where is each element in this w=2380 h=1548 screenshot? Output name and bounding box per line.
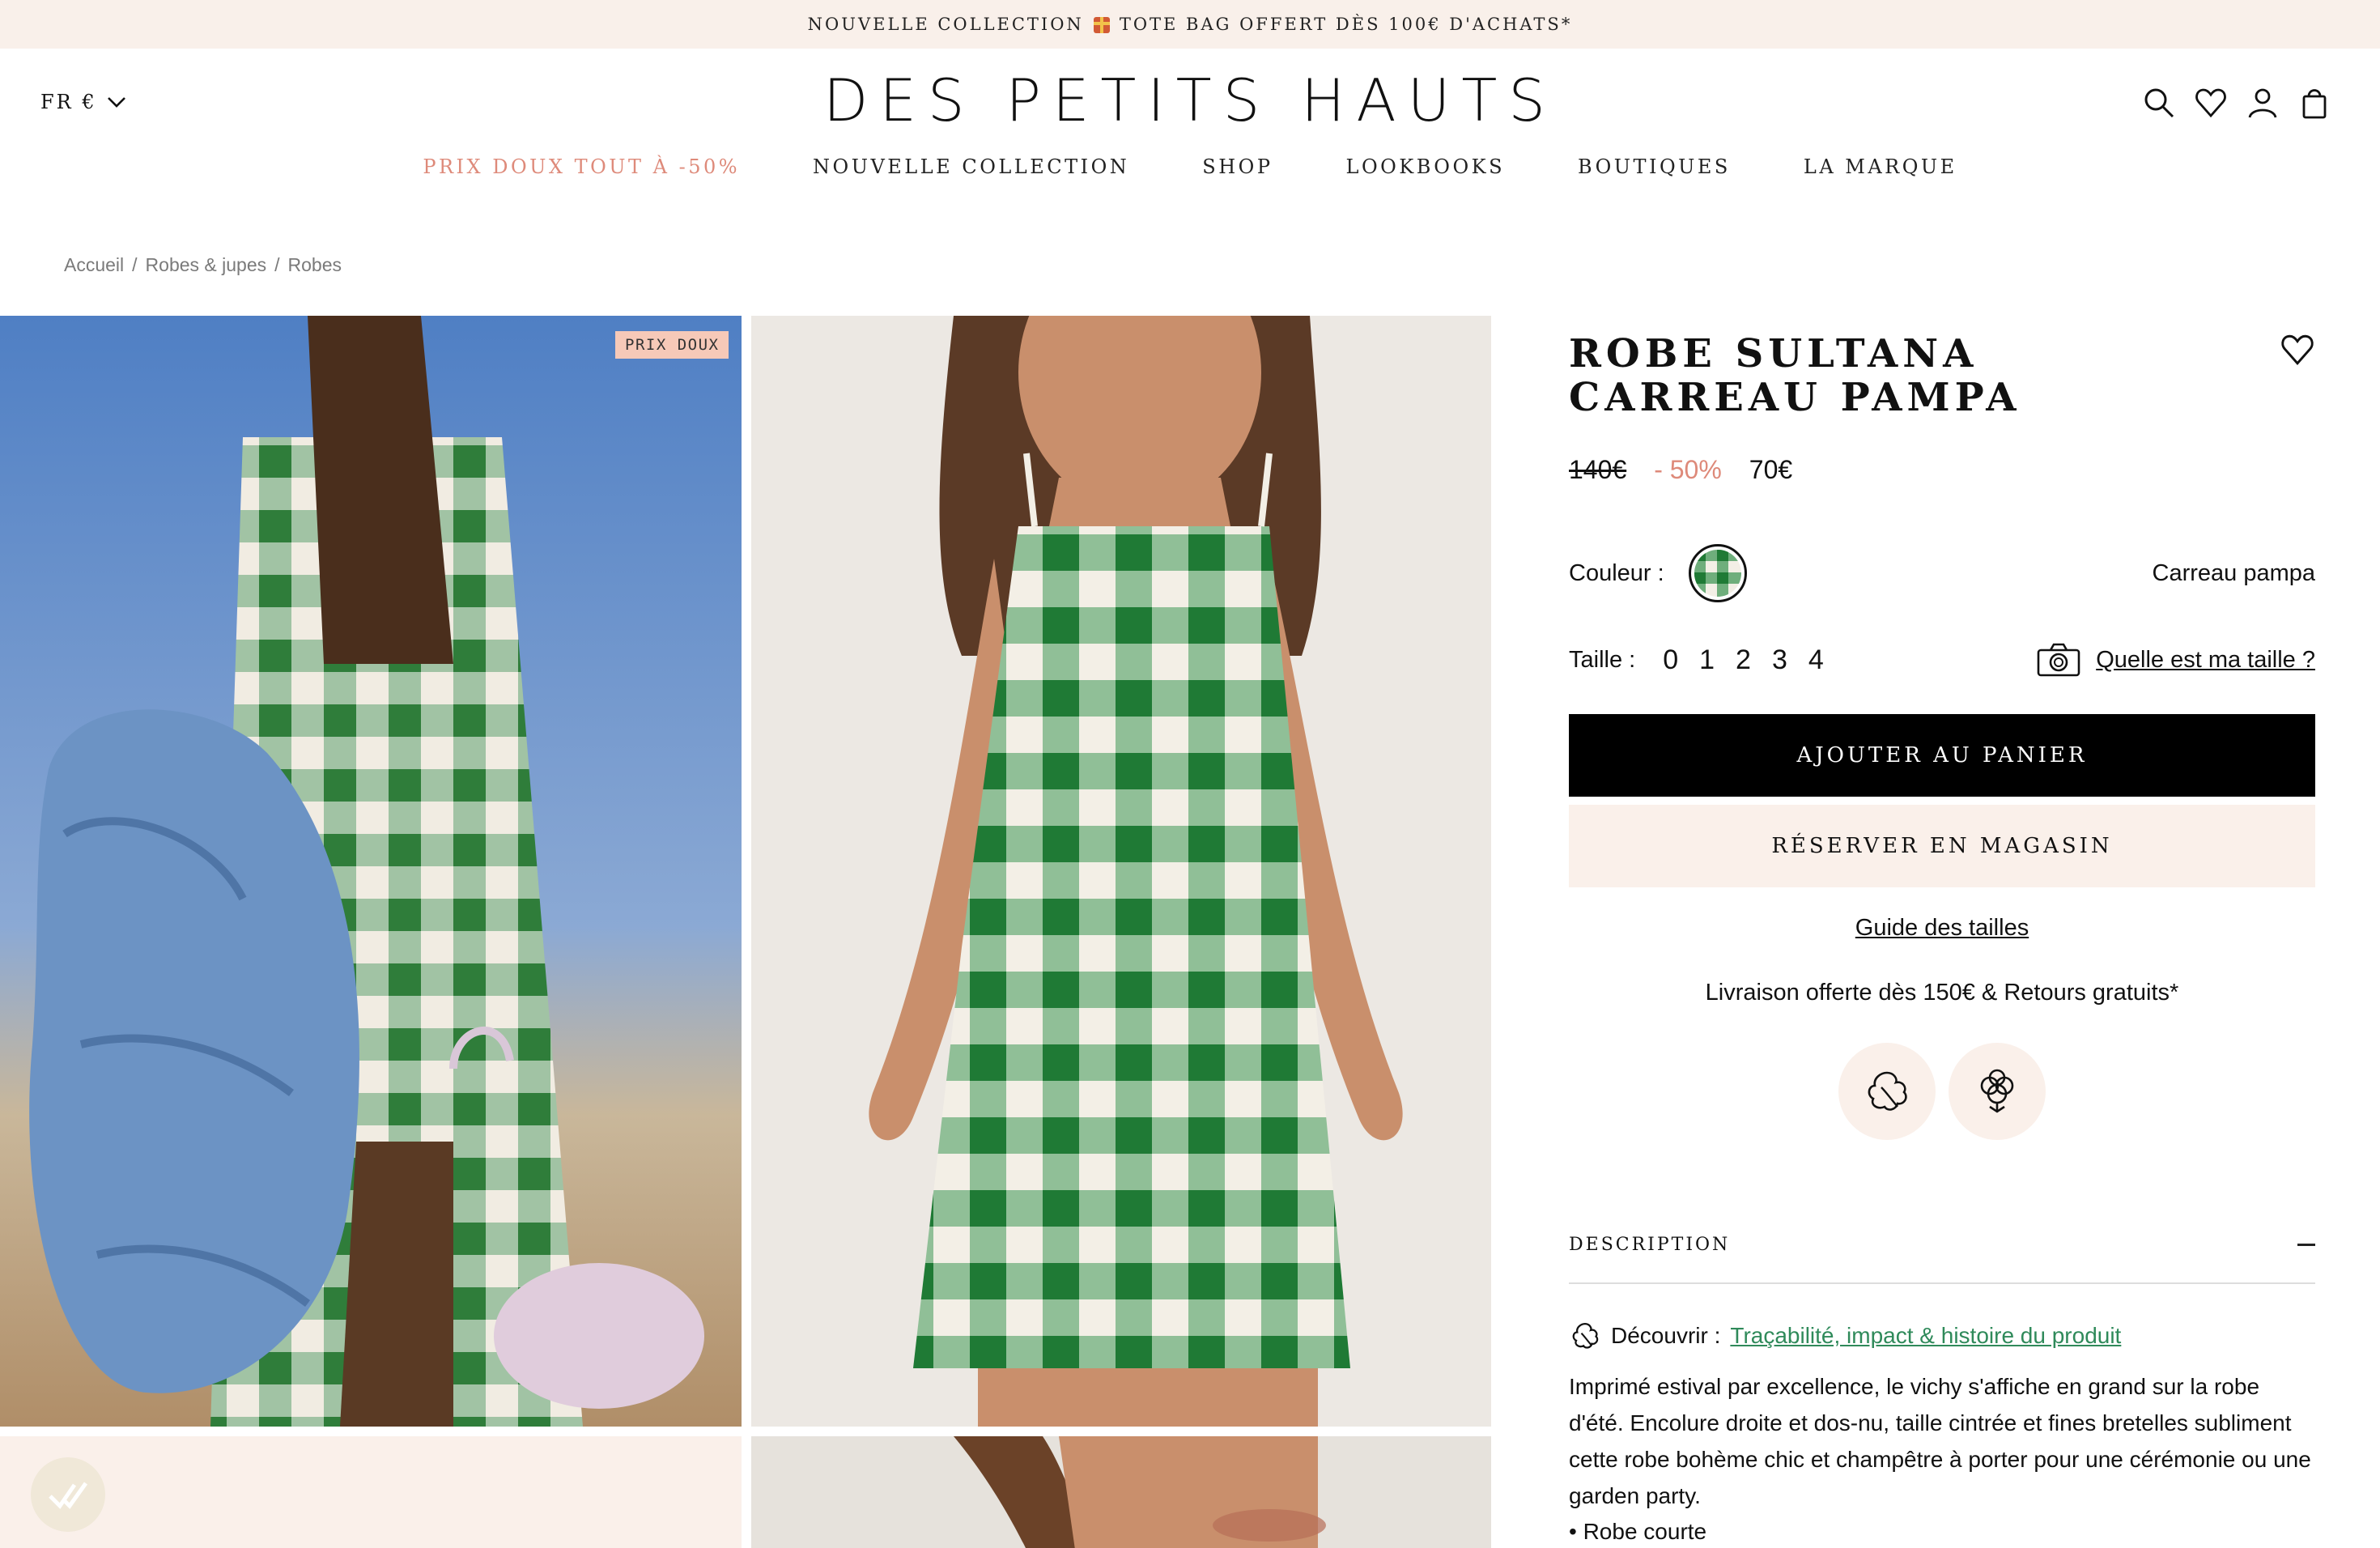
nav-item-nouvelle-collection[interactable]: NOUVELLE COLLECTION bbox=[813, 155, 1129, 178]
announcement-right: TOTE BAG OFFERT DÈS 100€ D'ACHATS* bbox=[1119, 15, 1573, 34]
size-options: 0 1 2 3 4 bbox=[1663, 644, 1824, 676]
description-accordion[interactable]: DESCRIPTION bbox=[1569, 1206, 2315, 1284]
nav-item-boutiques[interactable]: BOUTIQUES bbox=[1578, 155, 1731, 178]
product-photo-closeup[interactable] bbox=[751, 1436, 1491, 1548]
product-photo-front[interactable] bbox=[751, 316, 1491, 1427]
current-price: 70€ bbox=[1749, 455, 1793, 484]
size-guide-link[interactable]: Guide des tailles bbox=[1855, 915, 2029, 941]
price-block: 140€ - 50% 70€ bbox=[1569, 455, 1792, 485]
add-to-cart-button[interactable]: AJOUTER AU PANIER bbox=[1569, 714, 2315, 797]
size-label: Taille : bbox=[1569, 646, 1636, 673]
size-option-3[interactable]: 3 bbox=[1772, 644, 1787, 676]
eco-badge[interactable] bbox=[1949, 1043, 2046, 1140]
description-bullet: • Robe courte bbox=[1569, 1519, 1707, 1544]
heart-icon[interactable] bbox=[2194, 86, 2228, 120]
gift-icon bbox=[1093, 17, 1110, 33]
size-help-link[interactable]: Quelle est ma taille ? bbox=[2036, 642, 2315, 678]
account-icon[interactable] bbox=[2246, 86, 2280, 120]
description-title: DESCRIPTION bbox=[1569, 1234, 1731, 1255]
nav-item-lookbooks[interactable]: LOOKBOOKS bbox=[1346, 155, 1506, 178]
breadcrumb-robes-jupes[interactable]: Robes & jupes bbox=[146, 254, 267, 276]
prix-doux-badge: PRIX DOUX bbox=[615, 331, 729, 359]
eco-badge[interactable] bbox=[1838, 1043, 1936, 1140]
size-guide: Guide des tailles bbox=[1569, 915, 2315, 942]
discount-label: - 50% bbox=[1654, 455, 1722, 484]
product-photo-lifestyle[interactable] bbox=[0, 316, 742, 1427]
search-icon[interactable] bbox=[2142, 86, 2176, 120]
brand-logo[interactable]: DES PETITS HAUTS bbox=[0, 66, 2380, 134]
shipping-info: Livraison offerte dès 150€ & Retours gra… bbox=[1705, 980, 2179, 1006]
header-actions bbox=[2142, 86, 2331, 120]
traceability-link[interactable]: Traçabilité, impact & histoire du produi… bbox=[1730, 1323, 2121, 1349]
main-nav: PRIX DOUX TOUT À -50% NOUVELLE COLLECTIO… bbox=[0, 155, 2380, 178]
camera-icon bbox=[2037, 643, 2080, 677]
discover-label: Découvrir : bbox=[1611, 1323, 1721, 1348]
old-price: 140€ bbox=[1569, 455, 1627, 484]
color-swatch-carreau-pampa[interactable] bbox=[1688, 544, 1747, 602]
cotton-icon bbox=[1980, 1069, 2014, 1113]
breadcrumb-robes[interactable]: Robes bbox=[288, 254, 342, 276]
size-option-1[interactable]: 1 bbox=[1699, 644, 1715, 676]
bag-icon[interactable] bbox=[2297, 86, 2331, 120]
color-label: Couleur : bbox=[1569, 559, 1664, 586]
eco-badges bbox=[1838, 1043, 2046, 1140]
color-selector: Couleur : Carreau pampa bbox=[1569, 541, 2315, 606]
breadcrumb-separator: / bbox=[274, 254, 280, 275]
discover-row: Découvrir : Traçabilité, impact & histoi… bbox=[1569, 1320, 2121, 1352]
size-option-4[interactable]: 4 bbox=[1808, 644, 1824, 676]
nav-item-shop[interactable]: SHOP bbox=[1202, 155, 1273, 178]
collapse-icon bbox=[2297, 1243, 2315, 1246]
size-selector: Taille : 0 1 2 3 4 Quelle est ma taille … bbox=[1569, 636, 2315, 684]
breadcrumb-home[interactable]: Accueil bbox=[64, 254, 124, 276]
nav-item-la-marque[interactable]: LA MARQUE bbox=[1804, 155, 1957, 178]
breadcrumb-separator: / bbox=[132, 254, 138, 275]
cookie-consent-button[interactable] bbox=[31, 1457, 105, 1532]
breadcrumb: Accueil / Robes & jupes / Robes bbox=[64, 254, 342, 276]
reserve-in-store-button[interactable]: RÉSERVER EN MAGASIN bbox=[1569, 805, 2315, 887]
checkmark-icon bbox=[49, 1482, 88, 1509]
size-help-label: Quelle est ma taille ? bbox=[2096, 646, 2315, 673]
size-option-2[interactable]: 2 bbox=[1736, 644, 1751, 676]
announcement-bar: NOUVELLE COLLECTION TOTE BAG OFFERT DÈS … bbox=[0, 0, 2380, 49]
description-text: Imprimé estival par excellence, le vichy… bbox=[1569, 1374, 2311, 1508]
color-name: Carreau pampa bbox=[2152, 559, 2316, 586]
leaf-icon bbox=[1572, 1323, 1599, 1349]
leaf-icon bbox=[1868, 1071, 1907, 1111]
nav-item-prix-doux[interactable]: PRIX DOUX TOUT À -50% bbox=[423, 155, 740, 178]
announcement-left: NOUVELLE COLLECTION bbox=[807, 15, 1084, 34]
product-photo-placeholder bbox=[0, 1436, 742, 1548]
size-option-0[interactable]: 0 bbox=[1663, 644, 1678, 676]
wishlist-heart-icon[interactable] bbox=[2280, 332, 2315, 368]
product-title: ROBE SULTANA CARREAU PAMPA bbox=[1569, 331, 2021, 420]
